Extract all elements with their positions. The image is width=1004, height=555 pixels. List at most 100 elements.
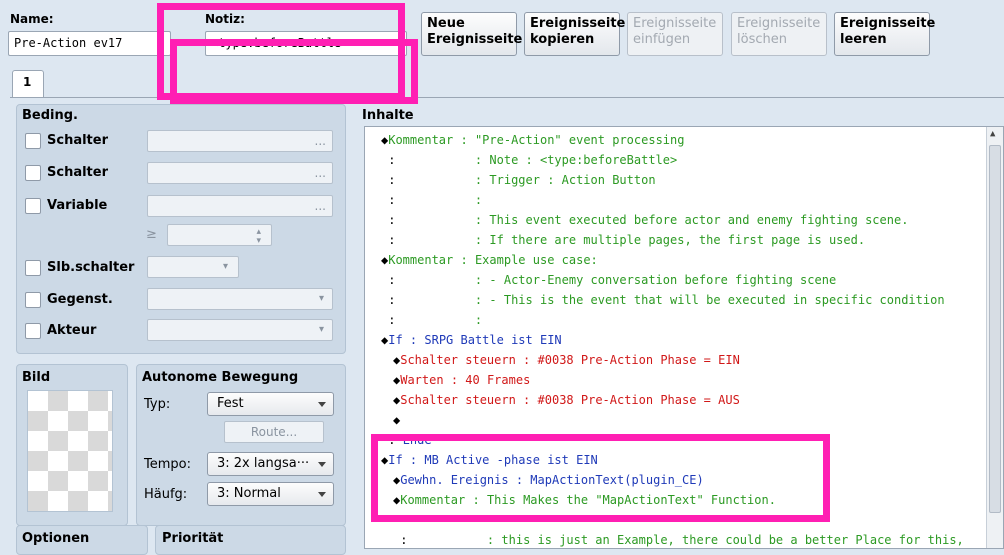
actor-checkbox[interactable] xyxy=(25,323,41,339)
self-switch-checkbox[interactable] xyxy=(25,260,41,276)
event-image-preview[interactable] xyxy=(27,390,113,512)
chevron-down-icon: ▾ xyxy=(318,293,324,304)
command-separator: : xyxy=(402,173,490,187)
switch2-checkbox[interactable] xyxy=(25,165,41,181)
command-text: Trigger : Action Button xyxy=(489,173,656,187)
command-text: 40 Frames xyxy=(465,373,531,387)
paste-event-page-button[interactable]: Ereignisseite einfügen xyxy=(627,12,723,56)
button-line-2: löschen xyxy=(737,32,787,47)
command-row[interactable]: : : - This is the event that will be exe… xyxy=(365,290,985,310)
command-name: Warten xyxy=(400,373,444,387)
stepper-down-icon: ▾ xyxy=(256,236,261,246)
command-text: #0038 Pre-Action Phase = EIN xyxy=(537,353,740,367)
command-name: Schalter steuern xyxy=(400,353,516,367)
command-row[interactable]: ◆Kommentar : Example use case: xyxy=(365,250,985,270)
type-select-value: Fest xyxy=(217,396,244,411)
scrollbar-thumb[interactable] xyxy=(989,145,1001,513)
scrollbar[interactable]: ▲ xyxy=(986,127,1003,548)
conditions-title: Beding. xyxy=(22,108,78,123)
self-switch-label: Slb.schalter xyxy=(47,260,135,275)
frequency-select[interactable]: 3: Normal xyxy=(207,482,334,506)
command-row[interactable]: ◆Kommentar : "Pre-Action" event processi… xyxy=(365,130,985,150)
type-select[interactable]: Fest xyxy=(207,392,334,416)
speed-label: Tempo: xyxy=(144,457,191,472)
variable-value-stepper: ▴ ▾ xyxy=(167,224,272,246)
button-line-1: Ereignisseite xyxy=(840,16,936,31)
variable-checkbox[interactable] xyxy=(25,198,41,214)
button-line-2: leeren xyxy=(840,32,887,47)
route-button[interactable]: Route... xyxy=(224,421,324,443)
variable-field: ... xyxy=(147,195,333,217)
switch2-label: Schalter xyxy=(47,165,108,180)
button-line-2: einfügen xyxy=(633,32,691,47)
command-separator: : xyxy=(402,213,490,227)
clear-event-page-button[interactable]: Ereignisseite leeren xyxy=(834,12,936,56)
chevron-down-icon: ▾ xyxy=(318,324,324,335)
actor-select: ▾ xyxy=(147,319,333,341)
command-row[interactable]: : : xyxy=(365,190,985,210)
continuation-marker: : xyxy=(381,213,403,227)
speed-select[interactable]: 3: 2x langsa··· xyxy=(207,452,334,476)
scroll-up-icon[interactable]: ▲ xyxy=(990,129,995,139)
command-text: Note : <type:beforeBattle> xyxy=(489,153,678,167)
command-diamond-icon: ◆ xyxy=(393,413,401,427)
command-row[interactable]: : : this is just an Example, there could… xyxy=(365,530,985,550)
continuation-marker: : xyxy=(381,313,403,327)
button-line-1: Neue xyxy=(427,16,465,31)
name-input[interactable]: Pre-Action ev17 xyxy=(8,31,171,56)
delete-event-page-button[interactable]: Ereignisseite löschen xyxy=(731,12,827,56)
contents-title: Inhalte xyxy=(362,108,414,123)
command-text: If there are multiple pages, the first p… xyxy=(489,233,866,247)
self-switch-select: ▾ xyxy=(147,256,239,278)
button-line-1: Ereignisseite xyxy=(633,16,717,31)
command-separator: : xyxy=(402,293,490,307)
command-separator: : xyxy=(402,273,490,287)
command-separator: : xyxy=(453,133,475,147)
switch1-field: ... xyxy=(147,130,333,152)
continuation-marker: : xyxy=(393,533,415,547)
command-separator: : xyxy=(443,373,466,387)
variable-label: Variable xyxy=(47,198,108,213)
command-row[interactable]: ◆Schalter steuern : #0038 Pre-Action Pha… xyxy=(365,390,985,410)
command-row[interactable]: ◆Schalter steuern : #0038 Pre-Action Pha… xyxy=(365,350,985,370)
command-row[interactable]: ◆If : SRPG Battle ist EIN xyxy=(365,330,985,350)
new-event-page-button[interactable]: Neue Ereignisseite xyxy=(421,12,522,56)
highlight-mb-active-block xyxy=(371,434,830,522)
speed-select-value: 3: 2x langsa··· xyxy=(217,456,310,471)
gte-symbol: ≥ xyxy=(146,227,157,242)
command-row[interactable]: : : xyxy=(365,310,985,330)
chevron-down-icon xyxy=(318,402,326,407)
name-label: Name: xyxy=(10,12,54,26)
continuation-marker: : xyxy=(381,273,403,287)
command-row[interactable]: : : - Actor-Enemy conversation before fi… xyxy=(365,270,985,290)
command-row[interactable]: : : Note : <type:beforeBattle> xyxy=(365,150,985,170)
frequency-label: Häufg: xyxy=(144,487,188,502)
highlight-note-box-inner xyxy=(170,39,418,104)
command-row[interactable]: : : This event executed before actor and… xyxy=(365,210,985,230)
continuation-marker: : xyxy=(381,233,403,247)
copy-event-page-button[interactable]: Ereignisseite kopieren xyxy=(524,12,625,56)
command-separator: : xyxy=(515,353,538,367)
command-text: SRPG Battle ist EIN xyxy=(424,333,562,347)
command-row[interactable]: ◆ xyxy=(365,410,985,430)
command-name: Kommentar xyxy=(388,253,454,267)
frequency-select-value: 3: Normal xyxy=(217,486,281,501)
item-label: Gegenst. xyxy=(47,292,113,307)
command-text: "Pre-Action" event processing xyxy=(474,133,685,147)
tab-page-1[interactable]: 1 xyxy=(12,70,44,98)
item-select: ▾ xyxy=(147,288,333,310)
command-separator: : xyxy=(402,193,490,207)
autonomous-title: Autonome Bewegung xyxy=(142,370,299,385)
priority-title: Priorität xyxy=(162,531,224,546)
switch1-label: Schalter xyxy=(47,133,108,148)
continuation-marker: : xyxy=(381,293,403,307)
button-line-1: Ereignisseite xyxy=(737,16,821,31)
image-title: Bild xyxy=(22,370,51,385)
item-checkbox[interactable] xyxy=(25,292,41,308)
command-row[interactable]: : : If there are multiple pages, the fir… xyxy=(365,230,985,250)
command-text: Example use case: xyxy=(474,253,598,267)
command-name: Kommentar xyxy=(388,133,454,147)
command-row[interactable]: ◆Warten : 40 Frames xyxy=(365,370,985,390)
command-row[interactable]: : : Trigger : Action Button xyxy=(365,170,985,190)
switch1-checkbox[interactable] xyxy=(25,133,41,149)
